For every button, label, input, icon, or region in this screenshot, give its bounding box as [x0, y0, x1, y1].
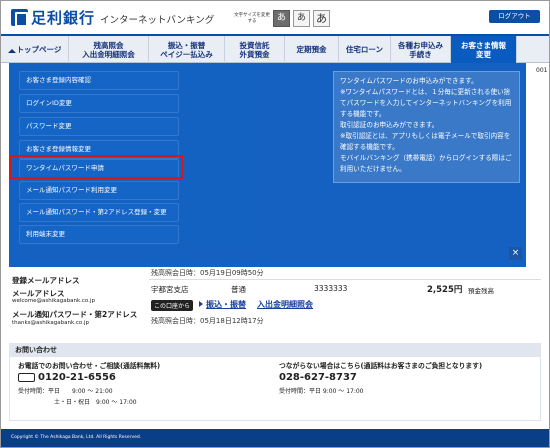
logout-button[interactable]: ログアウト	[489, 10, 540, 23]
font-size-label: 文字サイズを変更する	[234, 12, 270, 24]
header: 足利銀行 インターネットバンキング 文字サイズを変更する あ あ あ ログアウト	[1, 1, 549, 33]
notify-address-value: thanks@ashikagabank.co.jp	[12, 320, 89, 326]
bank-logo-icon	[11, 9, 28, 27]
menu-description: ワンタイムパスワードのお申込みができます。 ※ワンタイムパスワードとは、１分毎に…	[333, 71, 520, 183]
menu-item-login-id-change[interactable]: ログインID変更	[19, 94, 179, 113]
bank-name: 足利銀行	[31, 9, 96, 27]
footer: Copyright © The Ashikaga Bank, Ltd. All …	[1, 429, 549, 447]
menu-item-registration-confirm[interactable]: お客さま登録内容確認	[19, 71, 179, 90]
font-size-default-button[interactable]: あ	[273, 10, 290, 27]
font-size-large-button[interactable]: あ	[313, 10, 330, 27]
branch-name: 宇都宮支店	[151, 285, 189, 294]
hours-weekday: 受付時間：平日 9:00 ～ 21:00	[18, 388, 113, 395]
phone-number: 0120-21-6556	[38, 372, 116, 383]
alt-phone-heading: つながらない場合はこちら(通話料はお客さまのご負担となります)	[279, 362, 483, 370]
nav-applications[interactable]: 各種お申込み 手続き	[391, 36, 451, 63]
balance-date-1: 残高照会日時：05月19日09時50分	[151, 269, 264, 277]
nav-label: トップページ	[16, 45, 62, 54]
notify-address-label: メール通知パスワード・第2アドレス	[12, 310, 138, 319]
account-balance: 2,525円	[427, 285, 463, 295]
nav-transfer[interactable]: 振込・振替 ペイジー払込み	[149, 36, 225, 63]
font-size-switcher: 文字サイズを変更する あ あ あ	[234, 10, 330, 27]
registered-email-title: 登録メールアドレス	[12, 276, 80, 285]
account-number: 3333333	[314, 284, 348, 293]
statement-link[interactable]: 入出金明細照会	[257, 299, 313, 310]
balance-label: 預金残高	[468, 287, 494, 295]
nav-home-loan[interactable]: 住宅ローン	[339, 36, 391, 63]
account-type: 普通	[231, 285, 246, 294]
alt-phone-number: 028-627-8737	[279, 372, 357, 383]
menu-item-password-change[interactable]: パスワード変更	[19, 117, 179, 136]
menu-item-mail-notify-usage[interactable]: メール通知パスワード利用変更	[19, 181, 179, 200]
home-icon	[7, 46, 16, 53]
free-dial-icon	[18, 373, 35, 382]
contact-panel: お電話でのお問い合わせ・ご相談(通話料無料) 0120-21-6556 受付時間…	[9, 357, 541, 421]
phone-number-block: 0120-21-6556	[18, 372, 116, 383]
highlight-frame	[9, 155, 183, 179]
hours-weekend: 土・日・祝日 9:00 ～ 17:00	[54, 399, 137, 406]
balance-date-2: 残高照会日時：05月18日12時17分	[151, 317, 264, 325]
divider	[149, 279, 541, 280]
partial-account-text: 001	[536, 67, 548, 74]
contact-title: お問い合わせ	[9, 343, 541, 357]
nav-time-deposit[interactable]: 定期預金	[285, 36, 339, 63]
global-nav: トップページ 残高照会 入出金明細照会 振込・振替 ペイジー払込み 投資信託 外…	[1, 34, 549, 63]
close-icon[interactable]: ×	[509, 247, 522, 260]
service-name: インターネットバンキング	[100, 15, 215, 26]
page-frame: 足利銀行 インターネットバンキング 文字サイズを変更する あ あ あ ログアウト…	[0, 0, 550, 448]
menu-item-device-change[interactable]: 利用端末変更	[19, 225, 179, 244]
bank-logo[interactable]: 足利銀行 インターネットバンキング	[11, 7, 214, 28]
from-account-badge: この口座から	[151, 300, 194, 311]
arrow-right-icon	[199, 301, 203, 307]
font-size-medium-button[interactable]: あ	[293, 10, 310, 27]
mail-address-value: welcome@ashikagabank.co.jp	[12, 298, 95, 304]
transfer-link[interactable]: 振込・振替	[199, 299, 246, 310]
nav-balance-inquiry[interactable]: 残高照会 入出金明細照会	[69, 36, 149, 63]
phone-heading: お電話でのお問い合わせ・ご相談(通話料無料)	[18, 362, 161, 370]
nav-top-page[interactable]: トップページ	[1, 36, 69, 63]
alt-hours: 受付時間：平日 9:00 ～ 17:00	[279, 388, 364, 395]
nav-investment[interactable]: 投資信託 外貨預金	[225, 36, 285, 63]
menu-item-mail-notify-second-address[interactable]: メール通知パスワード・第2アドレス登録・変更	[19, 203, 179, 222]
